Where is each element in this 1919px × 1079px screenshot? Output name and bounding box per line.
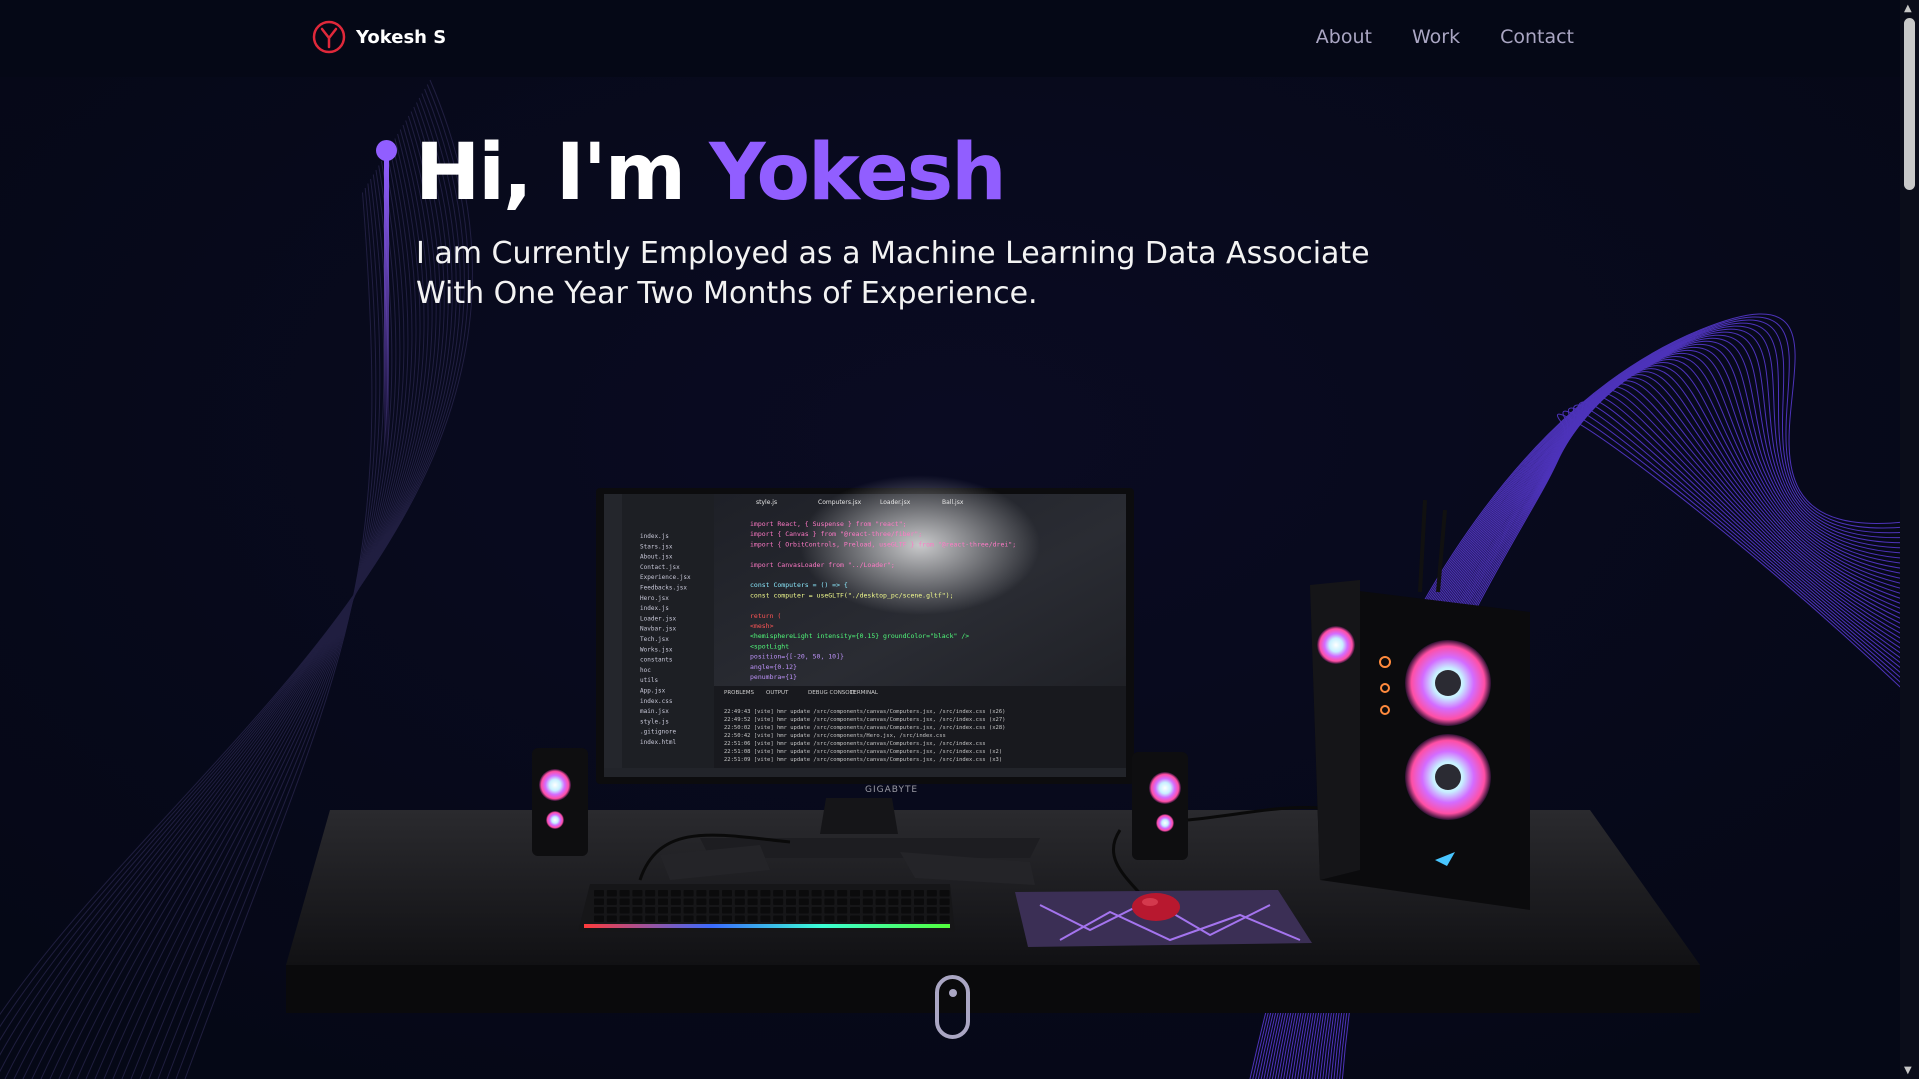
explorer-file[interactable]: Feedbacks.jsx — [640, 585, 687, 592]
editor-tab[interactable]: style.js — [756, 499, 777, 506]
hero-timeline-line — [384, 158, 389, 458]
code-line: import { OrbitControls, Preload, useGLTF… — [750, 540, 1016, 548]
explorer-file[interactable]: hoc — [640, 667, 651, 674]
nav-links: About Work Contact — [1316, 26, 1574, 48]
code-line: position={[-20, 50, 10]} — [750, 653, 844, 661]
explorer-file[interactable]: App.jsx — [640, 688, 666, 695]
explorer-file[interactable]: index.js — [640, 533, 669, 540]
monitor-brand: GIGABYTE — [865, 785, 918, 795]
editor-tab[interactable]: Computers.jsx — [818, 499, 862, 506]
right-speaker — [1132, 752, 1188, 860]
code-line: import CanvasLoader from "../Loader"; — [750, 561, 895, 569]
terminal-tab[interactable]: OUTPUT — [766, 690, 789, 696]
explorer-file[interactable]: constants — [640, 657, 673, 664]
explorer-file[interactable]: style.js — [640, 718, 669, 725]
scroll-down-arrow-icon[interactable]: ▼ — [1904, 1065, 1912, 1076]
editor-tab[interactable]: Ball.jsx — [942, 499, 964, 506]
terminal-line: 22:51:06 [vite] hmr update /src/componen… — [724, 741, 986, 747]
explorer-file[interactable]: index.html — [640, 739, 677, 746]
code-line: return ( — [750, 612, 781, 620]
explorer-file[interactable]: utils — [640, 677, 658, 684]
explorer-file[interactable]: Hero.jsx — [640, 595, 669, 602]
scroll-indicator-dot — [949, 989, 957, 997]
hero-title: Hi, I'm Yokesh — [415, 128, 1007, 218]
code-line: const Computers = () => { — [750, 581, 848, 589]
navbar: Yokesh S About Work Contact — [0, 0, 1900, 77]
brand-name: Yokesh S — [356, 26, 447, 48]
hero-subtitle-line2: With One Year Two Months of Experience. — [416, 276, 1038, 311]
explorer-file[interactable]: Tech.jsx — [640, 636, 669, 643]
y-circle-logo-icon — [312, 20, 346, 54]
code-line: import React, { Suspense } from "react"; — [750, 520, 907, 528]
code-line: import { Canvas } from "@react-three/fib… — [750, 530, 922, 538]
terminal-line: 22:50:02 [vite] hmr update /src/componen… — [724, 725, 1005, 731]
nav-about-link[interactable]: About — [1316, 26, 1372, 48]
nav-contact-link[interactable]: Contact — [1500, 26, 1574, 48]
nav-work-link[interactable]: Work — [1412, 26, 1460, 48]
scroll-down-indicator[interactable] — [935, 975, 970, 1039]
terminal-line: 22:51:09 [vite] hmr update /src/componen… — [724, 757, 1002, 763]
code-line: penumbra={1} — [750, 673, 797, 681]
explorer-file[interactable]: index.js — [640, 605, 669, 612]
brand-link[interactable]: Yokesh S — [312, 20, 446, 54]
computer-mouse — [1132, 893, 1180, 921]
explorer-file[interactable]: Works.jsx — [640, 646, 673, 653]
code-line: const computer = useGLTF("./desktop_pc/s… — [750, 591, 954, 599]
page-scrollbar[interactable]: ▲ ▼ — [1900, 0, 1919, 1079]
pc-tower — [1310, 499, 1530, 910]
explorer-file[interactable]: About.jsx — [640, 554, 673, 561]
explorer-file[interactable]: main.jsx — [640, 708, 669, 715]
terminal-tab[interactable]: TERMINAL — [849, 690, 879, 696]
terminal-line: 22:51:08 [vite] hmr update /src/componen… — [724, 749, 1002, 755]
explorer-file[interactable]: Loader.jsx — [640, 615, 677, 622]
explorer-file[interactable]: Experience.jsx — [640, 574, 691, 581]
scroll-up-arrow-icon[interactable]: ▲ — [1904, 3, 1912, 14]
explorer-file[interactable]: index.css — [640, 698, 673, 705]
terminal-tab[interactable]: PROBLEMS — [724, 690, 755, 696]
code-line: angle={0.12} — [750, 663, 797, 671]
hero-name: Yokesh — [709, 128, 1007, 218]
explorer-file[interactable]: .gitignore — [640, 729, 677, 736]
left-speaker — [532, 748, 588, 856]
scrollbar-thumb[interactable] — [1904, 18, 1915, 190]
terminal-line: 22:50:42 [vite] hmr update /src/componen… — [724, 733, 946, 739]
terminal-line: 22:49:43 [vite] hmr update /src/componen… — [724, 709, 1005, 715]
explorer-file[interactable]: Stars.jsx — [640, 543, 673, 550]
hero-subtitle: I am Currently Employed as a Machine Lea… — [416, 234, 1416, 314]
keyboard — [578, 884, 955, 932]
explorer-file[interactable]: Navbar.jsx — [640, 626, 677, 633]
code-line: <hemisphereLight intensity={0.15} ground… — [750, 632, 969, 640]
terminal-line: 22:49:52 [vite] hmr update /src/componen… — [724, 717, 1005, 723]
hero-subtitle-line1: I am Currently Employed as a Machine Lea… — [416, 236, 1370, 271]
code-line: <spotLight — [750, 642, 789, 650]
code-line: <mesh> — [750, 622, 774, 630]
editor-tab[interactable]: Loader.jsx — [880, 499, 911, 506]
hero-greeting: Hi, I'm — [415, 128, 710, 218]
explorer-file[interactable]: Contact.jsx — [640, 564, 680, 571]
